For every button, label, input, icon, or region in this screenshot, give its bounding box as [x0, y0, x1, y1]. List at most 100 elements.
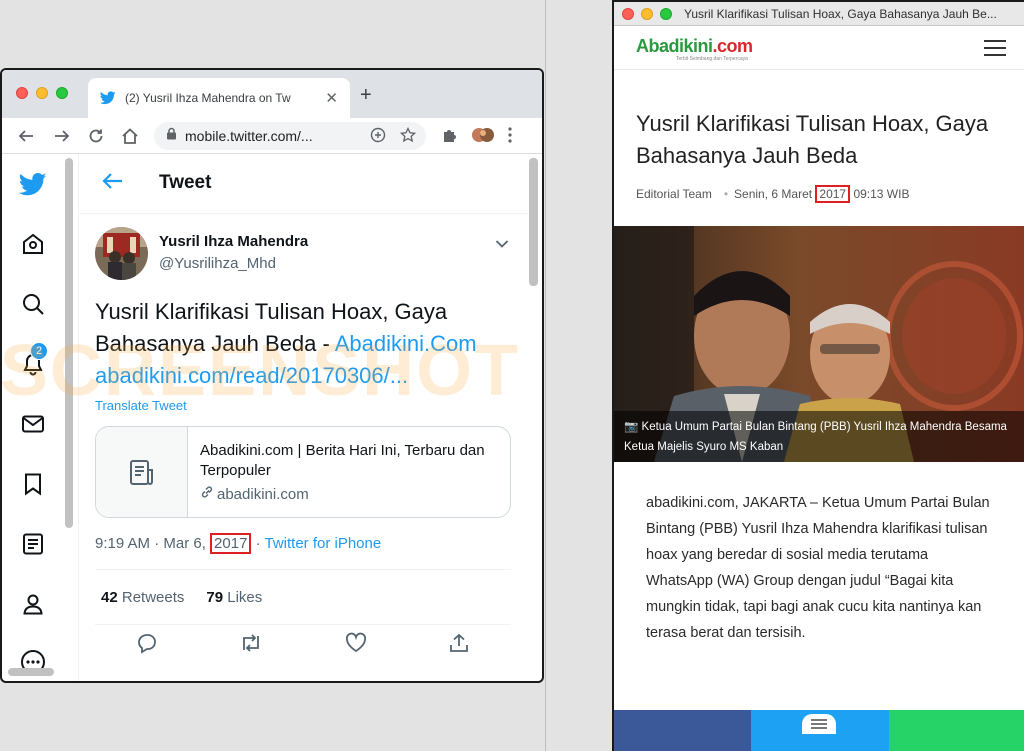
minimize-window-button[interactable]	[641, 8, 653, 20]
site-header: Abadikini.com Terbit Seimbang dan Terper…	[614, 26, 1024, 70]
window-controls	[622, 8, 672, 20]
article-title: Yusril Klarifikasi Tulisan Hoax, Gaya Ba…	[636, 111, 989, 168]
lists-icon[interactable]	[19, 530, 47, 558]
chevron-down-icon[interactable]	[495, 236, 509, 254]
extensions-puzzle-icon[interactable]	[442, 127, 458, 148]
site-logo[interactable]: Abadikini.com	[636, 36, 753, 57]
new-tab-icon[interactable]: +	[360, 84, 372, 107]
minimize-window-button[interactable]	[36, 87, 48, 99]
window-titlebar: Yusril Klarifikasi Tulisan Hoax, Gaya Ba…	[614, 2, 1024, 26]
profile-avatar-icon[interactable]	[472, 126, 494, 149]
tweet-timestamp: 9:19 AM · Mar 6, 2017 · Twitter for iPho…	[95, 533, 381, 554]
maximize-window-button[interactable]	[660, 8, 672, 20]
byline-date: Senin, 6 Maret	[734, 187, 816, 201]
translate-tweet-link[interactable]: Translate Tweet	[95, 398, 187, 413]
browser-tab[interactable]: (2) Yusril Ihza Mahendra on Tw ✕	[88, 78, 350, 118]
twitter-sidebar: 2	[2, 154, 64, 681]
share-facebook-button[interactable]	[614, 710, 752, 751]
tab-title: (2) Yusril Ihza Mahendra on Tw	[125, 91, 291, 105]
hamburger-menu-icon[interactable]	[984, 40, 1006, 61]
chrome-window: (2) Yusril Ihza Mahendra on Tw ✕ + mobil…	[0, 68, 544, 683]
avatar[interactable]	[95, 227, 148, 280]
author-name[interactable]: Yusril Ihza Mahendra	[159, 233, 308, 250]
maximize-window-button[interactable]	[56, 87, 68, 99]
back-arrow-icon[interactable]	[16, 126, 36, 146]
tab-close-icon[interactable]: ✕	[325, 89, 338, 107]
notification-badge: 2	[30, 342, 48, 360]
like-heart-icon[interactable]	[345, 632, 367, 659]
photo-caption-text: Ketua Umum Partai Bulan Bintang (PBB) Yu…	[624, 421, 1007, 453]
tweet-text: Yusril Klarifikasi Tulisan Hoax, Gaya Ba…	[95, 296, 525, 392]
browser-toolbar: mobile.twitter.com/...	[2, 118, 542, 154]
window-controls	[16, 87, 68, 99]
tweet-stats: 42 Retweets 79 Likes	[95, 569, 511, 625]
lock-icon	[166, 127, 177, 145]
photo-caption: 📷 Ketua Umum Partai Bulan Bintang (PBB) …	[614, 411, 1024, 462]
home-icon[interactable]	[120, 126, 140, 146]
card-domain: abadikini.com	[200, 485, 309, 503]
likes-count: 79	[206, 588, 224, 606]
bookmarks-icon[interactable]	[19, 470, 47, 498]
year-highlight: 2017	[210, 533, 252, 554]
reload-icon[interactable]	[86, 126, 106, 146]
tweet-actions	[95, 632, 511, 659]
reply-icon[interactable]	[136, 632, 158, 659]
bottom-menu-handle-icon[interactable]	[802, 714, 836, 734]
byline-author[interactable]: Editorial Team	[636, 187, 712, 201]
bookmark-star-icon[interactable]	[399, 126, 417, 148]
logo-suffix: .com	[712, 36, 754, 56]
link-preview-card[interactable]: Abadikini.com | Berita Hari Ini, Terbaru…	[95, 426, 511, 518]
page-title: Tweet	[159, 172, 212, 193]
profile-person-icon[interactable]	[19, 590, 47, 618]
logo-text: Abadikini	[636, 36, 713, 56]
tweet-header: Tweet	[79, 154, 528, 214]
link-icon	[200, 485, 214, 503]
share-whatsapp-button[interactable]	[888, 710, 1024, 751]
share-icon[interactable]	[448, 632, 470, 659]
year-highlight: 2017	[815, 185, 851, 203]
zoom-plus-icon[interactable]	[370, 127, 386, 148]
camera-icon: 📷	[624, 421, 639, 433]
timestamp-text: 9:19 AM · Mar 6,	[95, 535, 211, 552]
twitter-favicon-icon	[100, 90, 116, 106]
likes-stat[interactable]: 79 Likes	[206, 589, 262, 606]
retweet-icon[interactable]	[239, 632, 263, 659]
home-icon[interactable]	[19, 230, 47, 258]
back-arrow-icon[interactable]	[101, 172, 123, 195]
byline-time: 09:13 WIB	[850, 187, 910, 201]
close-window-button[interactable]	[16, 87, 28, 99]
retweets-label: Retweets	[121, 588, 185, 606]
timestamp-separator: ·	[251, 535, 265, 552]
tweet-link-abadikini[interactable]: Abadikini.Com	[335, 331, 477, 356]
messages-envelope-icon[interactable]	[19, 410, 47, 438]
card-domain-text: abadikini.com	[217, 485, 309, 503]
tab-bar: (2) Yusril Ihza Mahendra on Tw ✕ +	[2, 70, 542, 118]
article-byline: Editorial Team • Senin, 6 Maret 2017 09:13…	[636, 185, 910, 203]
explore-search-icon[interactable]	[19, 290, 47, 318]
address-bar[interactable]: mobile.twitter.com/...	[154, 122, 426, 150]
window-divider	[545, 0, 546, 751]
article-icon	[96, 427, 188, 517]
safari-window: Yusril Klarifikasi Tulisan Hoax, Gaya Ba…	[612, 0, 1024, 751]
tweet-column: Tweet Yusril Ihza Mahendra @Yusrilihza_M…	[78, 154, 528, 681]
kebab-menu-icon[interactable]	[508, 127, 512, 148]
close-window-button[interactable]	[622, 8, 634, 20]
twitter-page: 2 Tweet Yusril Ihza Mahendra @Yusrilihza…	[2, 154, 542, 681]
horizontal-scrollbar[interactable]	[8, 668, 54, 676]
twitter-logo-icon[interactable]	[19, 170, 47, 198]
article-photo: 📷 Ketua Umum Partai Bulan Bintang (PBB) …	[614, 226, 1024, 462]
page-scrollbar[interactable]	[529, 158, 538, 286]
retweets-count: 42	[101, 588, 118, 606]
likes-label: Likes	[227, 588, 263, 606]
tweet-source-link[interactable]: Twitter for iPhone	[264, 535, 381, 552]
retweets-stat[interactable]: 42 Retweets	[101, 589, 184, 606]
author-handle[interactable]: @Yusrilihza_Mhd	[159, 255, 276, 272]
sidebar-scrollbar[interactable]	[65, 158, 73, 528]
forward-arrow-icon[interactable]	[52, 126, 72, 146]
tweet-link-url[interactable]: abadikini.com/read/20170306/...	[95, 363, 408, 388]
url-text: mobile.twitter.com/...	[185, 128, 313, 144]
card-title: Abadikini.com | Berita Hari Ini, Terbaru…	[200, 442, 485, 479]
logo-tagline: Terbit Seimbang dan Terpercaya	[676, 56, 748, 62]
window-title: Yusril Klarifikasi Tulisan Hoax, Gaya Ba…	[684, 7, 997, 21]
byline-dot: •	[723, 187, 729, 201]
